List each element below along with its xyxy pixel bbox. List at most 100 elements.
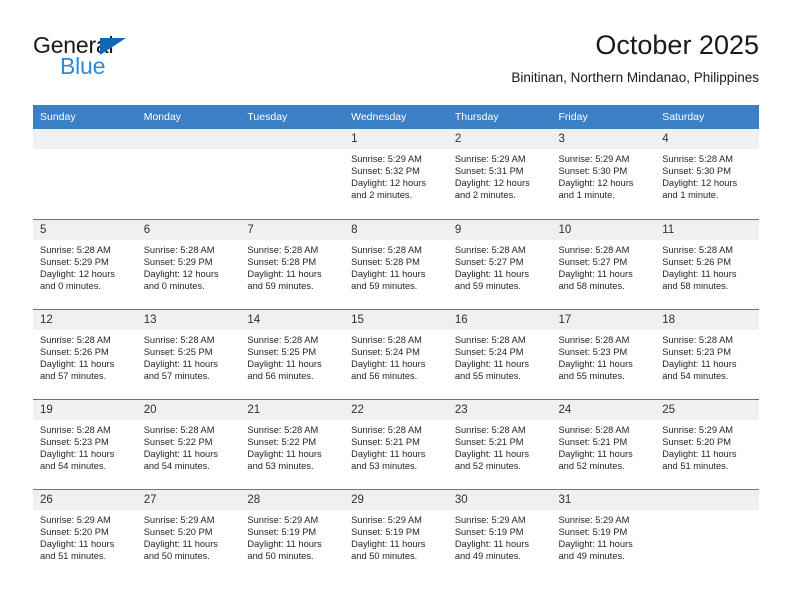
sunset-text: Sunset: 5:28 PM — [351, 256, 420, 267]
sunrise-text: Sunrise: 5:28 AM — [558, 424, 630, 435]
weekday-header-saturday: Saturday — [655, 105, 759, 129]
calendar-day-cell[interactable]: 27 Sunrise: 5:29 AM Sunset: 5:20 PM Dayligh… — [136, 488, 241, 579]
calendar-day-cell[interactable]: 21 Sunrise: 5:28 AM Sunset: 5:22 PM Dayligh… — [240, 398, 345, 489]
sunset-text: Sunset: 5:20 PM — [662, 436, 731, 447]
calendar-day-cell[interactable]: 6 Sunrise: 5:28 AM Sunset: 5:29 PM Daylight… — [136, 218, 241, 309]
calendar-day-cell[interactable]: 1 Sunrise: 5:29 AM Sunset: 5:32 PM Daylight… — [344, 129, 448, 219]
calendar-day-cell[interactable]: 11 Sunrise: 5:28 AM Sunset: 5:26 PM Dayligh… — [655, 218, 759, 309]
day-number: 22 — [344, 399, 448, 420]
calendar-day-cell[interactable]: 12 Sunrise: 5:28 AM Sunset: 5:26 PM Dayligh… — [33, 308, 137, 399]
sunset-text: Sunset: 5:23 PM — [40, 436, 109, 447]
sunset-text: Sunset: 5:20 PM — [40, 526, 109, 537]
weekday-header-tuesday: Tuesday — [240, 105, 345, 129]
daylight-text-line1: Daylight: 11 hours — [351, 268, 426, 279]
calendar-day-cell[interactable]: 10 Sunrise: 5:28 AM Sunset: 5:27 PM Dayligh… — [551, 218, 656, 309]
sunset-text: Sunset: 5:28 PM — [247, 256, 317, 267]
daylight-text-line2: and 59 minutes. — [454, 280, 521, 291]
calendar-day-cell[interactable]: 20 Sunrise: 5:28 AM Sunset: 5:22 PM Dayligh… — [136, 398, 241, 489]
day-number: 14 — [240, 309, 345, 330]
daylight-text-line1: Daylight: 11 hours — [143, 358, 218, 369]
calendar-day-cell-empty — [240, 129, 345, 219]
weekday-header-monday: Monday — [136, 105, 241, 129]
day-sun-info: Sunrise: 5:28 AM Sunset: 5:23 PM Daylight:… — [655, 330, 759, 382]
calendar-day-cell[interactable]: 16 Sunrise: 5:28 AM Sunset: 5:24 PM Dayligh… — [447, 308, 552, 399]
calendar-table: Sunday Monday Tuesday Wednesday Thursday Frid… — [33, 105, 759, 579]
calendar-day-cell[interactable]: 8 Sunrise: 5:28 AM Sunset: 5:28 PM Daylight… — [344, 218, 448, 309]
daylight-text-line1: Daylight: 11 hours — [40, 448, 115, 459]
daylight-text-line1: Daylight: 11 hours — [454, 268, 530, 279]
daylight-text-line2: and 55 minutes. — [454, 370, 521, 381]
calendar-day-cell[interactable]: 2 Sunrise: 5:29 AM Sunset: 5:31 PM Daylight… — [447, 129, 552, 219]
day-sun-info: Sunrise: 5:28 AM Sunset: 5:26 PM Daylight:… — [655, 240, 759, 292]
daylight-text-line1: Daylight: 11 hours — [454, 448, 530, 459]
daylight-text-line1: Daylight: 11 hours — [143, 448, 218, 459]
calendar-day-cell[interactable]: 15 Sunrise: 5:28 AM Sunset: 5:24 PM Dayligh… — [344, 308, 448, 399]
calendar-day-cell[interactable]: 31 Sunrise: 5:29 AM Sunset: 5:19 PM Dayligh… — [551, 488, 656, 579]
sunrise-text: Sunrise: 5:29 AM — [454, 514, 526, 525]
calendar-day-cell[interactable]: 23 Sunrise: 5:28 AM Sunset: 5:21 PM Dayligh… — [447, 398, 552, 489]
daylight-text-line1: Daylight: 12 hours — [351, 178, 427, 189]
day-sun-info: Sunrise: 5:28 AM Sunset: 5:21 PM Daylight:… — [552, 420, 656, 472]
calendar-day-cell[interactable]: 29 Sunrise: 5:29 AM Sunset: 5:19 PM Dayligh… — [344, 488, 448, 579]
sunrise-text: Sunrise: 5:28 AM — [143, 244, 215, 255]
day-sun-info: Sunrise: 5:28 AM Sunset: 5:25 PM Daylight:… — [137, 330, 241, 382]
sunset-text: Sunset: 5:21 PM — [454, 436, 524, 447]
calendar-day-cell[interactable]: 18 Sunrise: 5:28 AM Sunset: 5:23 PM Dayligh… — [655, 308, 759, 399]
calendar-day-cell[interactable]: 17 Sunrise: 5:28 AM Sunset: 5:23 PM Dayligh… — [551, 308, 656, 399]
calendar-day-cell[interactable]: 22 Sunrise: 5:28 AM Sunset: 5:21 PM Dayligh… — [344, 398, 448, 489]
daylight-text-line2: and 1 minute. — [662, 190, 719, 201]
calendar-day-cell[interactable]: 13 Sunrise: 5:28 AM Sunset: 5:25 PM Dayligh… — [136, 308, 241, 399]
daylight-text-line1: Daylight: 11 hours — [351, 358, 426, 369]
calendar-day-cell[interactable]: 24 Sunrise: 5:28 AM Sunset: 5:21 PM Dayligh… — [551, 398, 656, 489]
sunset-text: Sunset: 5:19 PM — [558, 526, 628, 537]
calendar-day-cell[interactable]: 26 Sunrise: 5:29 AM Sunset: 5:20 PM Dayligh… — [33, 488, 137, 579]
sunrise-text: Sunrise: 5:28 AM — [351, 244, 422, 255]
calendar-day-cell[interactable]: 25 Sunrise: 5:29 AM Sunset: 5:20 PM Dayligh… — [655, 398, 759, 489]
calendar-day-cell[interactable]: 4 Sunrise: 5:28 AM Sunset: 5:30 PM Daylight… — [655, 129, 759, 219]
day-number: 2 — [447, 129, 552, 149]
calendar-day-cell-empty — [655, 488, 759, 579]
sunset-text: Sunset: 5:23 PM — [558, 346, 628, 357]
daylight-text-line1: Daylight: 11 hours — [40, 538, 115, 549]
day-number: 10 — [551, 219, 656, 240]
day-sun-info: Sunrise: 5:28 AM Sunset: 5:28 PM Daylight:… — [240, 240, 344, 292]
calendar-day-cell[interactable]: 19 Sunrise: 5:28 AM Sunset: 5:23 PM Dayligh… — [33, 398, 137, 489]
sunrise-text: Sunrise: 5:29 AM — [143, 514, 215, 525]
day-sun-info: Sunrise: 5:28 AM Sunset: 5:22 PM Daylight:… — [240, 420, 344, 472]
calendar-day-cell[interactable]: 3 Sunrise: 5:29 AM Sunset: 5:30 PM Daylight… — [551, 129, 656, 219]
calendar-day-cell[interactable]: 9 Sunrise: 5:28 AM Sunset: 5:27 PM Daylight… — [447, 218, 552, 309]
day-sun-info: Sunrise: 5:29 AM Sunset: 5:20 PM Daylight:… — [33, 510, 137, 562]
calendar-header-row: Sunday Monday Tuesday Wednesday Thursday Frid… — [33, 105, 759, 129]
sunset-text: Sunset: 5:26 PM — [662, 256, 731, 267]
calendar-day-cell[interactable]: 30 Sunrise: 5:29 AM Sunset: 5:19 PM Dayligh… — [447, 488, 552, 579]
sunrise-text: Sunrise: 5:28 AM — [454, 424, 526, 435]
sunset-text: Sunset: 5:31 PM — [454, 166, 524, 177]
calendar-day-cell[interactable]: 14 Sunrise: 5:28 AM Sunset: 5:25 PM Dayligh… — [240, 308, 345, 399]
day-sun-info: Sunrise: 5:28 AM Sunset: 5:26 PM Daylight:… — [33, 330, 137, 382]
day-number: 27 — [136, 489, 241, 510]
sunrise-text: Sunrise: 5:29 AM — [662, 424, 734, 435]
daylight-text-line2: and 0 minutes. — [143, 280, 205, 291]
day-sun-info: Sunrise: 5:28 AM Sunset: 5:27 PM Daylight:… — [552, 240, 656, 292]
day-sun-info: Sunrise: 5:28 AM Sunset: 5:23 PM Daylight:… — [33, 420, 137, 472]
daylight-text-line2: and 57 minutes. — [143, 370, 210, 381]
page-title: October 2025 — [595, 30, 759, 60]
day-number: 29 — [344, 489, 448, 510]
generalblue-logo[interactable]: General Blue — [33, 34, 213, 90]
calendar-day-cell-empty — [33, 129, 137, 219]
sunset-text: Sunset: 5:22 PM — [143, 436, 213, 447]
sunrise-text: Sunrise: 5:28 AM — [351, 424, 422, 435]
calendar-day-cell[interactable]: 28 Sunrise: 5:29 AM Sunset: 5:19 PM Dayligh… — [240, 488, 345, 579]
daylight-text-line1: Daylight: 11 hours — [662, 268, 737, 279]
calendar-day-cell[interactable]: 5 Sunrise: 5:28 AM Sunset: 5:29 PM Daylight… — [33, 218, 137, 309]
day-number: 28 — [240, 489, 345, 510]
day-number: 31 — [551, 489, 656, 510]
sunrise-text: Sunrise: 5:28 AM — [247, 244, 319, 255]
day-sun-info: Sunrise: 5:28 AM Sunset: 5:24 PM Daylight:… — [448, 330, 552, 382]
daylight-text-line2: and 58 minutes. — [662, 280, 729, 291]
day-number — [136, 129, 241, 149]
daylight-text-line2: and 59 minutes. — [351, 280, 418, 291]
calendar-day-cell[interactable]: 7 Sunrise: 5:28 AM Sunset: 5:28 PM Daylight… — [240, 218, 345, 309]
day-sun-info: Sunrise: 5:28 AM Sunset: 5:28 PM Daylight:… — [344, 240, 448, 292]
daylight-text-line1: Daylight: 11 hours — [558, 358, 633, 369]
